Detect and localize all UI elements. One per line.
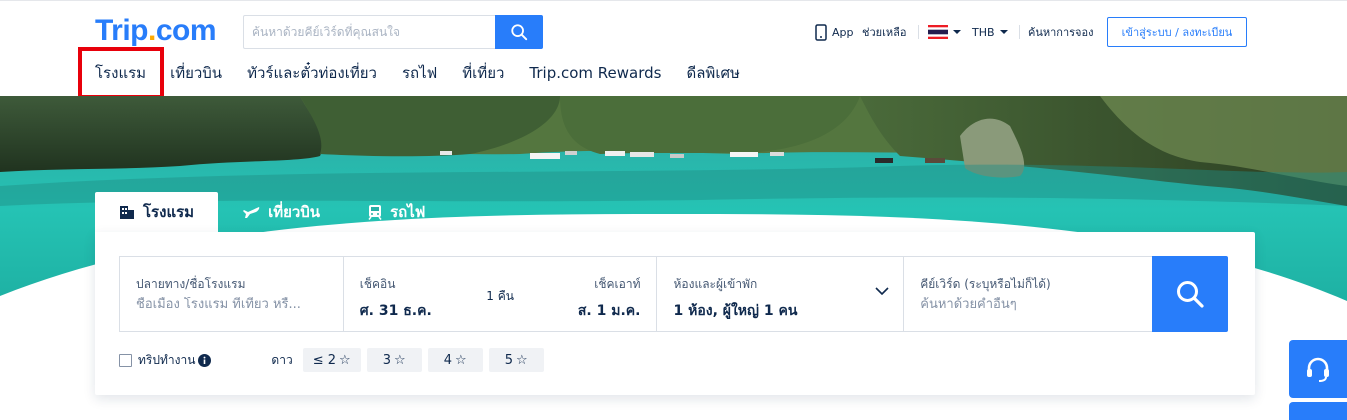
hotel-search-panel: ปลายทาง/ชื่อโรงแรม เช็คอิน ศ. 31 ธ.ค. 1 …: [95, 232, 1255, 395]
star-icon: ☆: [393, 352, 406, 368]
currency-label: THB: [972, 25, 995, 39]
thai-flag-icon: [928, 25, 948, 39]
star-filter-3[interactable]: 3 ☆: [366, 348, 422, 372]
site-header: Trip.com App ช่วยเหลือ THB ค้นหาการจอง เ…: [0, 0, 1347, 99]
destination-label: ปลายทาง/ชื่อโรงแรม: [136, 277, 246, 291]
caret-down-icon: [999, 30, 1008, 34]
customer-support-button[interactable]: [1289, 340, 1347, 398]
highlight-annotation: [78, 47, 164, 99]
nav-item-flights[interactable]: เที่ยวบิน: [170, 61, 222, 85]
business-trip-checkbox[interactable]: [119, 353, 132, 367]
nav-item-rewards[interactable]: Trip.com Rewards: [529, 64, 661, 82]
search-icon: [511, 24, 528, 41]
divider: [1019, 25, 1020, 39]
star-filter-label: ≤ 2: [312, 352, 336, 368]
plane-icon: [243, 207, 260, 218]
tab-label: เที่ยวบิน: [268, 203, 321, 221]
search-options: ทริปทำงาน ดาว ≤ 2 ☆ 3 ☆ 4 ☆ 5 ☆: [119, 348, 550, 372]
nav-item-tours-tickets[interactable]: ทัวร์และตั๋วท่องเที่ยว: [247, 61, 377, 85]
caret-down-icon: [953, 30, 961, 34]
checkin-date[interactable]: ศ. 31 ธ.ค.: [360, 300, 432, 322]
nav-item-deals[interactable]: ดีลพิเศษ: [687, 61, 740, 85]
date-range-field[interactable]: เช็คอิน ศ. 31 ธ.ค. 1 คืน เช็คเอาท์ ส. 1 …: [344, 257, 658, 331]
trip-com-logo[interactable]: Trip.com: [95, 14, 217, 48]
find-booking-link[interactable]: ค้นหาการจอง: [1028, 23, 1093, 41]
feedback-button[interactable]: [1289, 402, 1347, 420]
logo-text: Trip: [95, 14, 149, 47]
app-link[interactable]: App: [815, 23, 854, 41]
headset-icon: [1307, 357, 1329, 382]
header-search: [243, 15, 543, 49]
hotel-icon: [120, 206, 134, 219]
destination-field[interactable]: ปลายทาง/ชื่อโรงแรม: [120, 257, 344, 331]
star-filter-5[interactable]: 5 ☆: [488, 348, 544, 372]
info-icon[interactable]: [198, 353, 212, 367]
chevron-down-icon: [875, 287, 889, 295]
search-submit-button[interactable]: [1152, 256, 1228, 332]
checkin-label: เช็คอิน: [359, 277, 396, 291]
keyword-input[interactable]: [920, 297, 1116, 312]
star-icon: ☆: [454, 352, 467, 368]
keyword-field[interactable]: คีย์เวิร์ด (ระบุหรือไม่ก็ได้): [904, 257, 1152, 331]
logo-dot: .: [148, 14, 156, 47]
business-trip-label: ทริปทำงาน: [138, 352, 196, 367]
tab-label: โรงแรม: [143, 203, 195, 221]
star-icon: ☆: [339, 352, 351, 368]
rooms-guests-label: ห้องและผู้เข้าพัก: [673, 277, 758, 291]
tab-flights[interactable]: เที่ยวบิน: [218, 192, 344, 232]
nav-item-attractions[interactable]: ที่เที่ยว: [462, 61, 504, 85]
currency-selector[interactable]: THB: [972, 23, 1009, 41]
header-search-button[interactable]: [495, 15, 543, 49]
star-filter-4[interactable]: 4 ☆: [427, 348, 483, 372]
nights-count: 1 คืน: [486, 289, 514, 303]
checkout-label: เช็คเอาท์: [594, 277, 641, 291]
star-filter-label: 5: [504, 352, 513, 368]
search-fields: ปลายทาง/ชื่อโรงแรม เช็คอิน ศ. 31 ธ.ค. 1 …: [119, 256, 1152, 332]
language-selector[interactable]: [928, 23, 962, 41]
help-link[interactable]: ช่วยเหลือ: [862, 23, 906, 41]
phone-icon: [815, 23, 827, 41]
rooms-guests-value: 1 ห้อง, ผู้ใหญ่ 1 คน: [673, 303, 798, 319]
tab-hotels[interactable]: โรงแรม: [95, 192, 219, 232]
divider: [918, 25, 919, 39]
keyword-label: คีย์เวิร์ด (ระบุหรือไม่ก็ได้): [920, 277, 1051, 291]
nav-item-trains[interactable]: รถไฟ: [402, 61, 437, 85]
star-filter-label: 4: [443, 352, 452, 368]
checkout-date[interactable]: ส. 1 ม.ค.: [578, 300, 641, 322]
destination-input[interactable]: [136, 297, 331, 312]
star-filter-2-or-less[interactable]: ≤ 2 ☆: [302, 348, 361, 372]
star-icon: ☆: [515, 352, 528, 368]
login-register-button[interactable]: เข้าสู่ระบบ / ลงทะเบียน: [1107, 17, 1247, 47]
rooms-guests-field[interactable]: ห้องและผู้เข้าพัก 1 ห้อง, ผู้ใหญ่ 1 คน: [657, 257, 905, 331]
star-filter-label: 3: [382, 352, 391, 368]
tab-trains[interactable]: รถไฟ: [344, 192, 449, 232]
search-icon: [1177, 281, 1204, 308]
tab-label: รถไฟ: [390, 203, 426, 221]
product-tabs: โรงแรม เที่ยวบิน รถไฟ: [95, 192, 449, 232]
app-label: App: [832, 25, 854, 39]
header-search-input[interactable]: [244, 16, 495, 48]
train-icon: [368, 205, 382, 220]
main-nav: โรงแรม เที่ยวบิน ทัวร์และตั๋วท่องเที่ยว …: [95, 63, 765, 83]
logo-suffix: com: [155, 14, 217, 47]
stars-label: ดาว: [271, 352, 293, 367]
